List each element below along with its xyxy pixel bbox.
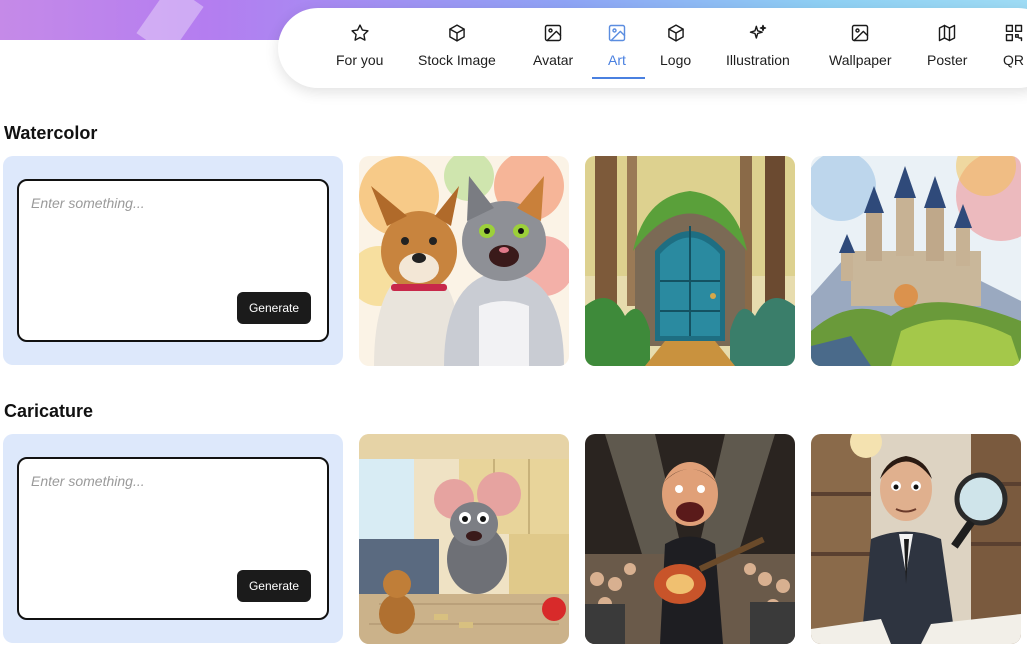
prompt-box: Generate — [17, 457, 329, 620]
star-icon — [351, 24, 369, 41]
tab-for-you[interactable]: For you — [336, 23, 383, 68]
tab-qr[interactable]: QR — [1003, 23, 1024, 68]
generate-button[interactable]: Generate — [237, 570, 311, 602]
tab-label: For you — [336, 52, 384, 68]
guitarist-on-stage-caricature-image[interactable] — [585, 434, 795, 644]
tab-stock-image[interactable]: Stock Image — [418, 23, 496, 68]
section-title-caricature: Caricature — [4, 401, 94, 421]
prompt-input[interactable] — [31, 473, 317, 489]
tab-label: Poster — [927, 52, 968, 68]
tab-poster[interactable]: Poster — [927, 23, 967, 68]
cube-icon — [449, 24, 465, 42]
tab-label: Wallpaper — [829, 52, 892, 68]
forest-door-watercolor-image[interactable] — [585, 156, 795, 366]
cube-icon — [667, 24, 684, 42]
tab-label: Stock Image — [418, 52, 496, 68]
tab-label: Illustration — [726, 52, 790, 68]
prompt-input[interactable] — [31, 195, 317, 211]
tab-avatar[interactable]: Avatar — [533, 23, 573, 68]
qr-icon — [1005, 24, 1022, 42]
tab-label: Art — [608, 52, 626, 68]
tab-art[interactable]: Art — [607, 23, 627, 68]
tab-logo[interactable]: Logo — [660, 23, 691, 68]
tab-illustration[interactable]: Illustration — [726, 23, 790, 68]
tab-label: Logo — [660, 52, 692, 68]
detective-with-magnifier-caricature-image[interactable] — [811, 434, 1021, 644]
prompt-box: Generate — [17, 179, 329, 342]
dog-and-cat-watercolor-image[interactable] — [359, 156, 569, 366]
mouse-in-kitchen-caricature-image[interactable] — [359, 434, 569, 644]
section-title-watercolor: Watercolor — [4, 123, 98, 143]
castle-watercolor-image[interactable] — [811, 156, 1021, 366]
generate-button[interactable]: Generate — [237, 292, 311, 324]
active-tab-indicator — [592, 77, 645, 79]
image-icon — [852, 24, 869, 42]
tab-wallpaper[interactable]: Wallpaper — [829, 23, 892, 68]
prompt-card-watercolor: Generate — [3, 156, 343, 365]
category-nav: For you Stock Image Avatar Art Logo Illu… — [278, 8, 1027, 88]
tab-label: QR — [1003, 52, 1024, 68]
sparkles-icon — [749, 24, 767, 39]
tab-label: Avatar — [533, 52, 574, 68]
image-icon — [608, 24, 626, 42]
map-icon — [939, 24, 956, 42]
image-icon — [544, 24, 562, 42]
prompt-card-caricature: Generate — [3, 434, 343, 643]
